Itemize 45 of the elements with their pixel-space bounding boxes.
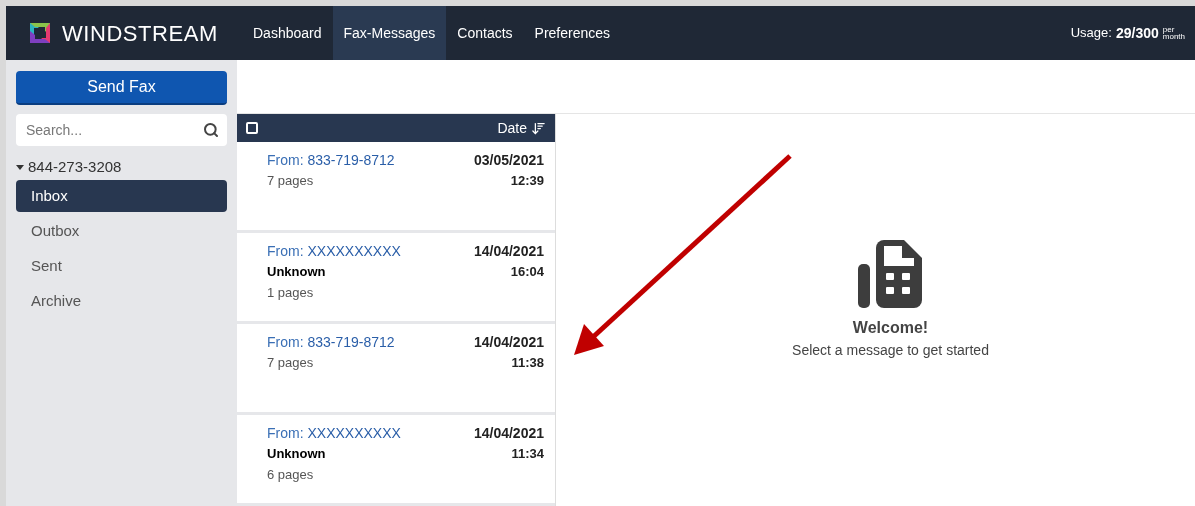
folder-item[interactable]: Inbox [16,180,227,212]
message-date: 14/04/2021 [473,242,544,261]
search-field[interactable]: Search... [16,114,227,146]
message-time: 11:34 [511,445,544,463]
folder-item[interactable]: Sent [16,250,227,282]
nav-tab[interactable]: Dashboard [242,6,333,60]
caller-name: Unknown [267,263,327,281]
page-count: 6 pages [267,466,315,484]
sender-number: From: XXXXXXXXXX [267,424,401,443]
usage-unit: month [1162,33,1185,40]
search-icon [203,122,219,138]
usage-value: 29/300 [1115,23,1159,43]
message-row[interactable]: From: XXXXXXXXXX Unknown 1 pages 14/04/2021 16:04 [237,233,555,321]
message-date: 14/04/2021 [473,333,544,352]
sender-number: From: XXXXXXXXXX [267,242,401,261]
sort-button[interactable]: Date [497,117,546,139]
message-date: 03/05/2021 [473,151,544,170]
send-fax-button[interactable]: Send Fax [16,71,227,105]
account-toggle[interactable]: 844-273-3208 [16,154,227,180]
usage-unit: per [1162,26,1176,33]
usage-label: Usage: [1070,24,1112,43]
page-count: 7 pages [267,172,315,190]
sender-number: From: 833-719-8712 [267,151,395,170]
sender-number: From: 833-719-8712 [267,333,395,352]
message-time: 12:39 [510,172,544,190]
message-date: 14/04/2021 [473,424,544,443]
select-all-checkbox[interactable] [246,122,258,134]
folder-item[interactable]: Outbox [16,215,227,247]
message-row[interactable]: From: 833-719-8712 7 pages 14/04/2021 11:38 [237,324,555,412]
welcome-title: Welcome! [852,317,929,338]
nav-tab[interactable]: Preferences [523,6,622,60]
message-row[interactable]: From: XXXXXXXXXX Unknown 6 pages 14/04/2021 11:34 [237,415,555,503]
message-time: 11:38 [511,354,544,372]
page-count: 1 pages [267,284,315,302]
caller-name: Unknown [267,445,327,463]
nav-tab[interactable]: Contacts [446,6,524,60]
welcome-subtitle: Select a message to get started [792,340,989,360]
sort-descending-icon [531,120,546,136]
brand-name: WINDSTREAM [62,19,218,48]
folder-item[interactable]: Archive [16,285,227,317]
message-time: 16:04 [510,263,544,281]
fax-machine-icon [857,239,924,308]
page-count: 7 pages [267,354,315,372]
message-row[interactable]: From: 833-719-8712 7 pages 03/05/2021 12:39 [237,142,555,230]
nav-tab[interactable]: Fax-Messages [332,6,447,60]
